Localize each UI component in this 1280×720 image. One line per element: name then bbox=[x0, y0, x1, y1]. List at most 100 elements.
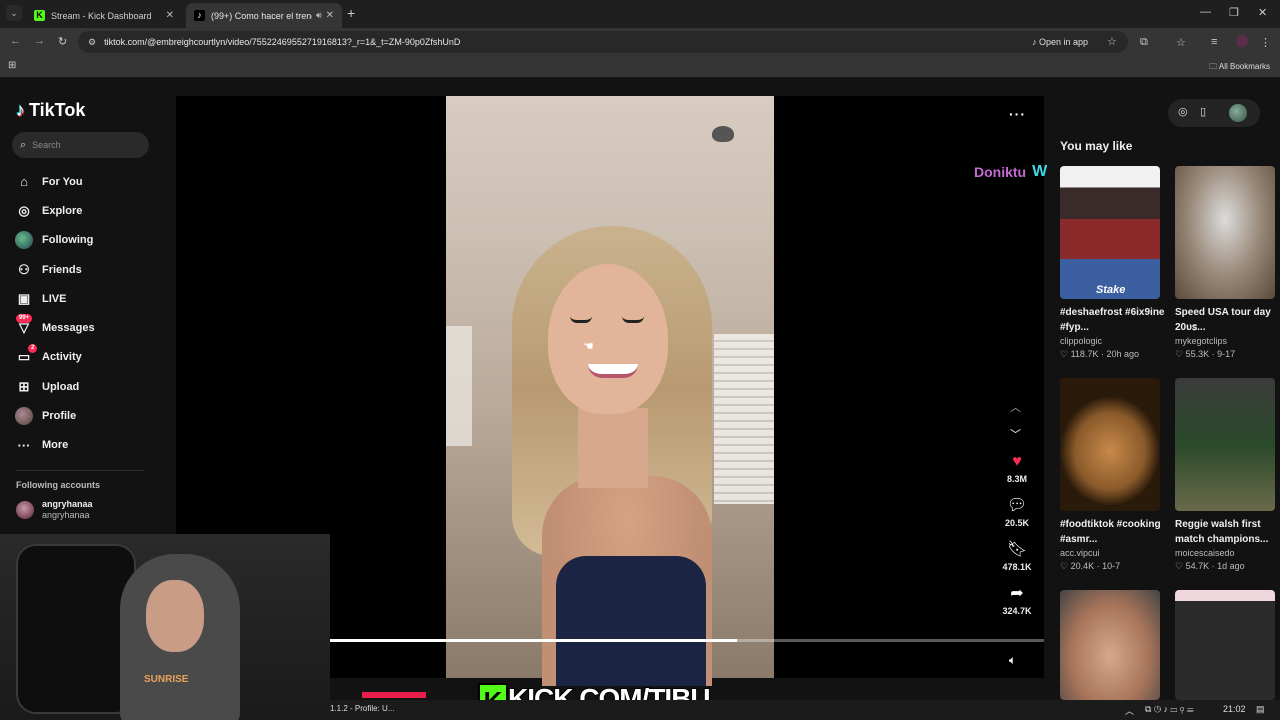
taskbar-clock[interactable]: 21:02 bbox=[1223, 704, 1246, 714]
nav-activity[interactable]: ▭ 2 Activity bbox=[14, 343, 154, 372]
forward-icon[interactable]: → bbox=[34, 35, 45, 47]
browser-profile-avatar[interactable] bbox=[1236, 35, 1248, 47]
menu-icon[interactable]: ⋮ bbox=[1260, 36, 1271, 49]
search-input[interactable]: ⌕ Search bbox=[12, 132, 149, 158]
favorites-icon[interactable]: ☆ bbox=[1176, 36, 1186, 49]
card-author[interactable]: moicescaisedo bbox=[1175, 548, 1275, 558]
extensions-icon[interactable]: ⧉ bbox=[1140, 36, 1148, 49]
speaker-icon[interactable]: 🔊︎ bbox=[316, 10, 322, 21]
os-taskbar: 1.1.2 - Profile: U... ︿ ⧉ ◷ ♪ ▭ ⚲ ☰ 21:0… bbox=[330, 700, 1280, 720]
video-ceiling-lamp bbox=[712, 126, 734, 142]
profile-avatar-icon bbox=[14, 406, 34, 426]
taskbar-item[interactable]: 1.1.2 - Profile: U... bbox=[330, 704, 394, 713]
heart-icon: ♥ bbox=[1012, 453, 1022, 470]
video-window-left bbox=[446, 326, 472, 446]
compass-icon: ◎ bbox=[18, 202, 30, 218]
volume-icon[interactable]: 🔈︎ bbox=[1009, 653, 1016, 668]
share-button[interactable]: ➦ 324.7K bbox=[998, 584, 1036, 616]
apps-grid-icon[interactable]: ⊞ bbox=[8, 60, 16, 71]
restore-icon[interactable]: ❐ bbox=[1229, 6, 1239, 19]
friends-icon: ⚇ bbox=[18, 261, 30, 277]
card-thumbnail[interactable] bbox=[1060, 590, 1160, 700]
open-in-app-button[interactable]: ♪ Open in app bbox=[1026, 35, 1094, 50]
previous-video-icon[interactable]: ︿ bbox=[1010, 399, 1021, 415]
bookmark-icon: 🔖︎ bbox=[1006, 541, 1028, 558]
tray-chevron-icon[interactable]: ︿ bbox=[1125, 704, 1134, 717]
card-thumbnail[interactable] bbox=[1175, 378, 1275, 511]
user-avatar[interactable] bbox=[1229, 104, 1247, 122]
nav-messages[interactable]: ▽ 99+ Messages bbox=[14, 313, 154, 342]
new-tab-icon[interactable]: + bbox=[347, 5, 355, 21]
card-thumbnail[interactable] bbox=[1060, 378, 1160, 511]
recommendation-card[interactable] bbox=[1175, 590, 1275, 700]
upload-icon: ⊞ bbox=[18, 378, 30, 394]
card-caption[interactable]: Speed USA tour day 20ᴜꜱ... bbox=[1175, 305, 1280, 335]
card-author[interactable]: clippologic bbox=[1060, 336, 1160, 346]
following-avatar-icon bbox=[14, 230, 34, 250]
nav-profile[interactable]: Profile bbox=[14, 401, 154, 430]
nav-upload[interactable]: ⊞ Upload bbox=[14, 372, 154, 401]
like-button[interactable]: ♥ 8.3M bbox=[998, 452, 1036, 484]
video-player[interactable] bbox=[446, 96, 774, 686]
nav-explore[interactable]: ◎ Explore bbox=[14, 196, 154, 225]
save-button[interactable]: 🔖︎ 478.1K bbox=[998, 540, 1036, 572]
nav-label: Following bbox=[42, 234, 94, 247]
comment-count: 20.5K bbox=[1004, 518, 1030, 528]
video-smile bbox=[588, 364, 638, 378]
close-window-icon[interactable]: ✕ bbox=[1258, 6, 1267, 19]
recommendation-card[interactable]: #foodtiktok #cooking #asmr... acc.vipcui… bbox=[1060, 378, 1161, 572]
bookmark-star-icon[interactable]: ☆ bbox=[1107, 35, 1117, 48]
card-thumbnail[interactable] bbox=[1175, 166, 1275, 299]
nav-following[interactable]: Following bbox=[14, 226, 154, 255]
minimize-icon[interactable]: — bbox=[1200, 6, 1211, 18]
tab-tiktok-video[interactable]: ♪ (99+) Como hacer el trend 'I 🔊︎ ✕ bbox=[186, 3, 342, 28]
explore-compass-icon[interactable]: ◎ bbox=[1178, 105, 1188, 118]
tab-search-dropdown-icon[interactable]: ⌄ bbox=[6, 5, 22, 21]
nav-for-you[interactable]: ⌂ For You bbox=[14, 167, 154, 196]
card-caption[interactable]: #deshaefrost #6ix9ine #fyp... bbox=[1060, 305, 1168, 335]
video-watermark: Doniktu W bbox=[974, 163, 1047, 181]
nav-friends[interactable]: ⚇ Friends bbox=[14, 255, 154, 284]
next-video-icon[interactable]: ﹀ bbox=[1010, 426, 1021, 442]
omnibox[interactable]: ⚙ tiktok.com/@embreighcourtlyn/video/755… bbox=[78, 31, 1128, 53]
card-likes: 55.3K bbox=[1185, 349, 1210, 359]
card-author[interactable]: mykegotclips bbox=[1175, 336, 1275, 346]
tiktok-note-icon: ♪ bbox=[16, 100, 25, 120]
card-thumbnail[interactable] bbox=[1175, 590, 1275, 700]
card-author[interactable]: acc.vipcui bbox=[1060, 548, 1160, 558]
tray-apps-icon[interactable]: ⧉ ◷ ♪ ▭ ⚲ ☰ bbox=[1145, 704, 1194, 715]
close-tab-icon[interactable]: ✕ bbox=[166, 10, 174, 21]
card-caption[interactable]: #foodtiktok #cooking #asmr... bbox=[1060, 517, 1168, 547]
all-bookmarks-button[interactable]: 🗀︎ All Bookmarks bbox=[1209, 61, 1270, 75]
card-thumbnail[interactable]: Stake bbox=[1060, 166, 1160, 299]
notifications-icon[interactable]: ▤ bbox=[1256, 704, 1265, 715]
more-options-icon[interactable]: ··· bbox=[1009, 106, 1026, 122]
sidebar-divider bbox=[16, 470, 144, 471]
nav-label: LIVE bbox=[42, 292, 67, 305]
heart-outline-icon: ♡ bbox=[1060, 561, 1069, 571]
comment-button[interactable]: 💬︎ 20.5K bbox=[998, 496, 1036, 528]
nav-label: Profile bbox=[42, 410, 77, 423]
following-account-item[interactable]: angryhanaa angryhanaa bbox=[16, 499, 93, 521]
recommendation-card[interactable] bbox=[1060, 590, 1160, 700]
card-stats: ♡ 54.7K · 1d ago bbox=[1175, 561, 1245, 571]
tab-kick-dashboard[interactable]: K Stream - Kick Dashboard ✕ bbox=[26, 3, 182, 28]
watermark-w-icon: W bbox=[1032, 163, 1048, 180]
nav-live[interactable]: ▣ LIVE bbox=[14, 284, 154, 313]
phone-icon[interactable]: ▯ bbox=[1200, 105, 1206, 118]
streamer-webcam-overlay: SUNRISE bbox=[0, 534, 330, 720]
close-tab-icon[interactable]: ✕ bbox=[326, 10, 334, 21]
site-info-icon[interactable]: ⚙ bbox=[88, 37, 96, 48]
recommendation-card[interactable]: Reggie walsh first match champions... mo… bbox=[1175, 378, 1275, 572]
recommendation-card[interactable]: Speed USA tour day 20ᴜꜱ... mykegotclips … bbox=[1175, 166, 1275, 360]
nav-more[interactable]: ··· More bbox=[14, 431, 154, 460]
media-icon[interactable]: ≡ bbox=[1211, 36, 1217, 48]
card-caption[interactable]: Reggie walsh first match champions... bbox=[1175, 517, 1280, 547]
reload-icon[interactable]: ↻ bbox=[58, 35, 67, 48]
video-progress-bar[interactable] bbox=[330, 639, 1044, 642]
recommendation-card[interactable]: Stake #deshaefrost #6ix9ine #fyp... clip… bbox=[1060, 166, 1165, 360]
tiktok-logo[interactable]: ♪ TikTok bbox=[16, 100, 85, 121]
back-icon[interactable]: ← bbox=[10, 35, 21, 47]
url-text[interactable]: tiktok.com/@embreighcourtlyn/video/75522… bbox=[104, 37, 460, 47]
mouse-cursor-icon: ☚ bbox=[583, 339, 594, 353]
